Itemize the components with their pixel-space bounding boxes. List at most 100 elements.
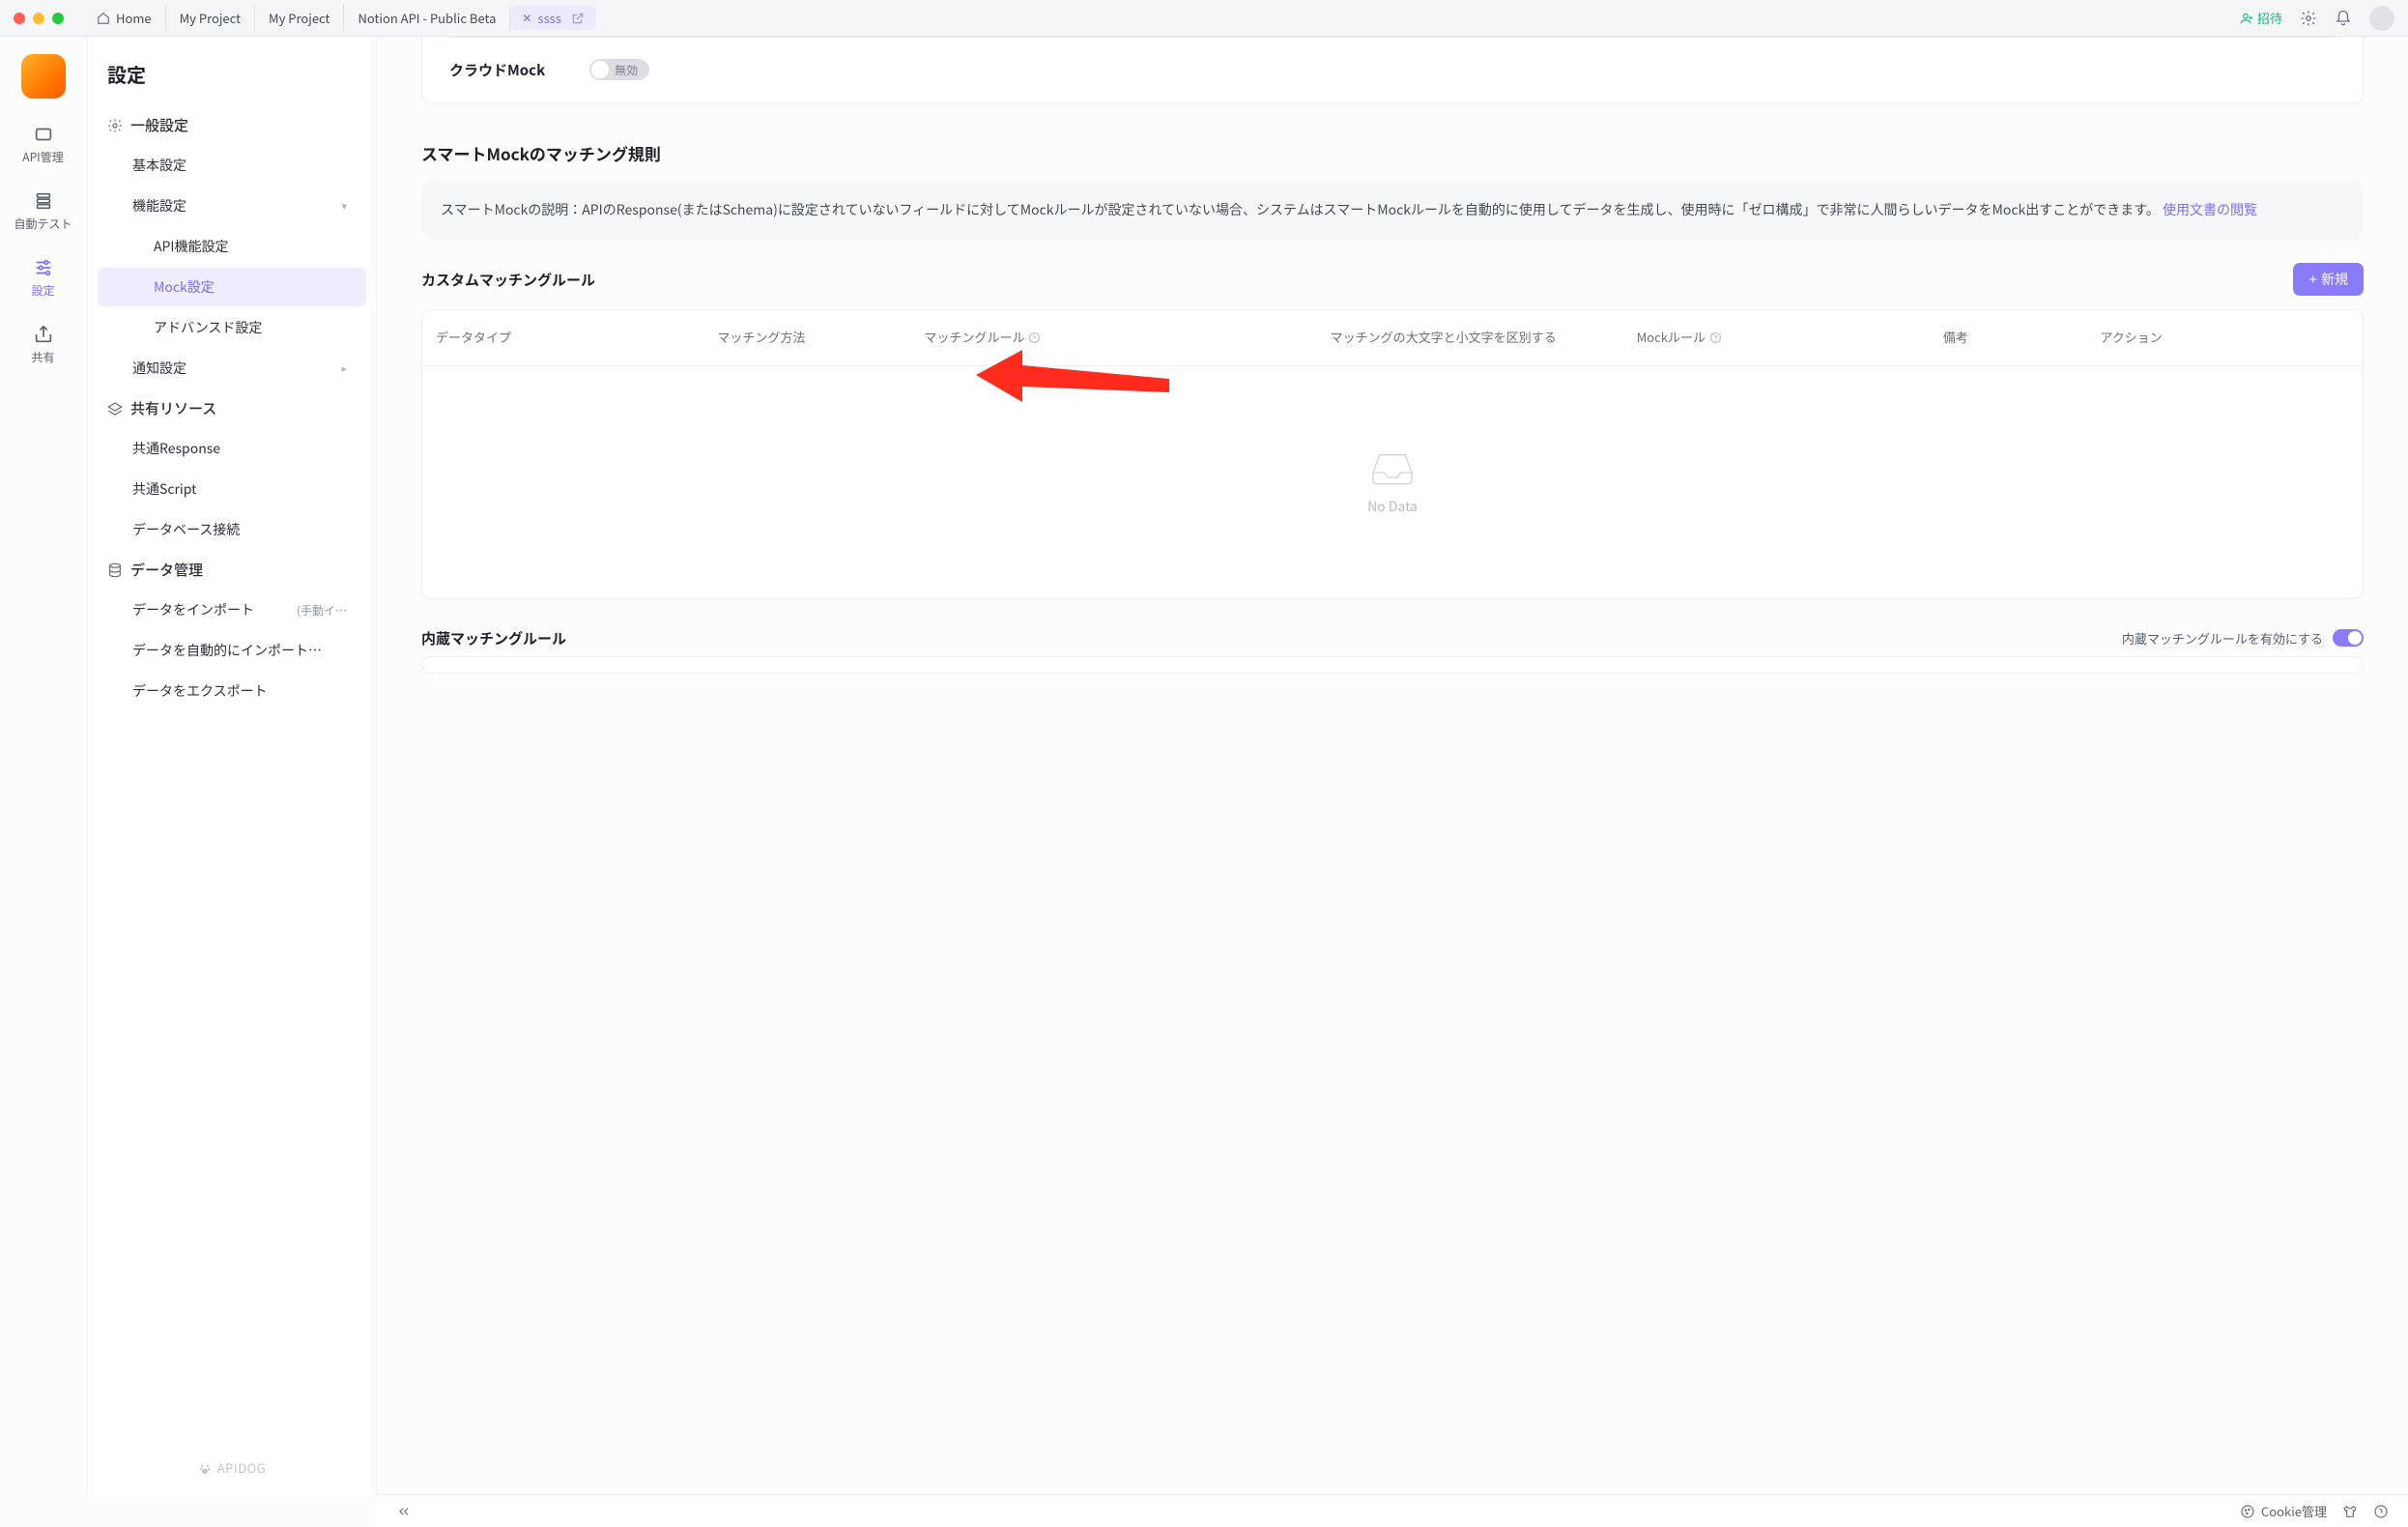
avatar[interactable] — [2369, 6, 2394, 31]
sidebar-item-notify[interactable]: 通知設定 ▸ — [98, 349, 366, 388]
brand-footer: APIDOG — [88, 1441, 376, 1494]
sidebar-item-mock[interactable]: Mock設定 — [98, 268, 366, 306]
section-label: データ管理 — [130, 560, 203, 580]
home-icon — [97, 12, 110, 25]
sidebar-item-label: 基本設定 — [132, 156, 186, 175]
main-panel: クラウドMock 無効 スマートMockのマッチング規則 スマートMockの説明… — [377, 37, 2408, 1494]
smart-mock-description: スマートMockの説明：APIのResponse(またはSchema)に設定され… — [421, 181, 2364, 240]
nav-rail: API管理 自動テスト 設定 共有 — [0, 37, 87, 1494]
link-label: Cookie管理 — [2261, 1502, 2327, 1520]
bell-icon[interactable] — [2335, 10, 2352, 27]
close-window-icon[interactable] — [14, 13, 25, 24]
custom-rule-table: データタイプ マッチング方法 マッチングルール マッチングの大文字と小文字を区別… — [421, 309, 2364, 599]
section-data: データ管理 — [88, 550, 376, 590]
sidebar-item-import[interactable]: データをインポート (手動イ… — [98, 591, 366, 629]
page-title: 設定 — [88, 37, 376, 105]
app-logo[interactable] — [21, 54, 66, 99]
share-icon — [33, 324, 54, 345]
section-general: 一般設定 — [88, 105, 376, 145]
gear-icon — [107, 118, 123, 133]
section-label: 一般設定 — [130, 115, 188, 135]
minimize-window-icon[interactable] — [33, 13, 44, 24]
rail-test[interactable]: 自動テスト — [0, 190, 86, 232]
cloud-mock-card: クラウドMock 無効 — [421, 37, 2364, 104]
rail-label: API管理 — [22, 149, 63, 165]
api-icon — [33, 124, 54, 145]
inbox-icon — [1366, 448, 1419, 487]
help-button[interactable] — [2373, 1504, 2389, 1519]
builtin-enable-label: 内蔵マッチングルールを有効にする — [2122, 629, 2323, 648]
cloud-mock-label: クラウドMock — [449, 60, 545, 80]
invite-button[interactable]: 招待 — [2240, 9, 2282, 27]
rail-settings[interactable]: 設定 — [0, 257, 86, 299]
chevron-right-icon: ▸ — [341, 360, 347, 376]
builtin-switch[interactable] — [2333, 629, 2364, 647]
sidebar-item-export[interactable]: データをエクスポート — [98, 672, 366, 710]
builtin-rule-table — [421, 656, 2364, 674]
collapse-sidebar-button[interactable] — [396, 1504, 412, 1519]
section-shared: 共有リソース — [88, 389, 376, 428]
sidebar-item-advanced[interactable]: アドバンスド設定 — [98, 308, 366, 347]
sliders-icon — [33, 257, 54, 278]
cookie-icon — [2240, 1504, 2255, 1519]
empty-text: No Data — [1367, 497, 1418, 516]
settings-gear-icon[interactable] — [2300, 10, 2317, 27]
new-rule-button[interactable]: 新規 — [2293, 263, 2364, 296]
help-icon — [2373, 1504, 2389, 1519]
help-icon[interactable] — [1028, 331, 1041, 344]
sidebar-item-label: 機能設定 — [132, 196, 186, 216]
invite-label: 招待 — [2257, 9, 2282, 27]
rail-api[interactable]: API管理 — [0, 124, 86, 165]
tab-project-2[interactable]: My Project — [255, 5, 344, 31]
sidebar-item-db[interactable]: データベース接続 — [98, 510, 366, 549]
external-link-icon — [571, 12, 585, 25]
sidebar-item-auto-import[interactable]: データを自動的にインポート… — [98, 631, 366, 670]
tab-label: My Project — [269, 9, 330, 27]
cookie-manager-link[interactable]: Cookie管理 — [2240, 1502, 2327, 1520]
sidebar-item-label: データをインポート — [132, 600, 254, 619]
tab-notion[interactable]: Notion API - Public Beta — [344, 5, 510, 31]
sidebar-item-label: データを自動的にインポート… — [132, 641, 322, 660]
help-icon[interactable] — [1709, 331, 1722, 344]
user-plus-icon — [2240, 12, 2253, 25]
col-action: アクション — [2100, 328, 2349, 348]
status-bar: Cookie管理 — [377, 1494, 2408, 1527]
col-datatype: データタイプ — [436, 328, 709, 348]
zoom-window-icon[interactable] — [52, 13, 64, 24]
theme-button[interactable] — [2342, 1504, 2358, 1519]
sidebar-item-label: API機能設定 — [154, 237, 228, 256]
tab-ssss[interactable]: ✕ ssss — [510, 6, 595, 30]
sidebar-item-common-response[interactable]: 共通Response — [98, 429, 366, 468]
sidebar-item-sublabel: (手動イ… — [297, 602, 347, 619]
builtin-title: 内蔵マッチングルール — [421, 628, 566, 648]
cloud-mock-toggle[interactable]: 無効 — [589, 59, 649, 80]
sidebar-item-basic[interactable]: 基本設定 — [98, 146, 366, 185]
tab-home[interactable]: Home — [83, 5, 166, 31]
col-remark: 備考 — [1943, 328, 2093, 348]
tab-label: Home — [116, 9, 152, 27]
sidebar-item-func[interactable]: 機能設定▾ — [98, 187, 366, 225]
brand-label: APIDOG — [217, 1458, 267, 1477]
doc-link[interactable]: 使用文書の閲覧 — [2163, 200, 2257, 219]
database-icon — [107, 562, 123, 578]
tab-close-icon[interactable]: ✕ — [522, 13, 531, 24]
col-match-rule: マッチングルール — [924, 328, 1322, 348]
sidebar-item-label: データベース接続 — [132, 520, 240, 539]
smart-mock-title: スマートMockのマッチング規則 — [421, 141, 2364, 165]
chevrons-left-icon — [396, 1504, 412, 1519]
description-text: スマートMockの説明：APIのResponse(またはSchema)に設定され… — [441, 200, 2160, 219]
toggle-knob — [591, 61, 609, 78]
rail-share[interactable]: 共有 — [0, 324, 86, 365]
window-traffic-lights[interactable] — [14, 13, 64, 24]
sidebar-item-common-script[interactable]: 共通Script — [98, 470, 366, 508]
sidebar-item-label: 通知設定 — [132, 359, 186, 378]
sidebar-item-label: 共通Script — [132, 479, 196, 499]
col-match-method: マッチング方法 — [717, 328, 916, 348]
sidebar-item-api-func[interactable]: API機能設定 — [98, 227, 366, 266]
paw-icon — [198, 1461, 212, 1475]
tab-project-1[interactable]: My Project — [166, 5, 255, 31]
tab-label: My Project — [180, 9, 241, 27]
sidebar-item-label: Mock設定 — [154, 277, 215, 297]
empty-state: No Data — [422, 366, 2363, 598]
col-case: マッチングの大文字と小文字を区別する — [1331, 328, 1629, 348]
